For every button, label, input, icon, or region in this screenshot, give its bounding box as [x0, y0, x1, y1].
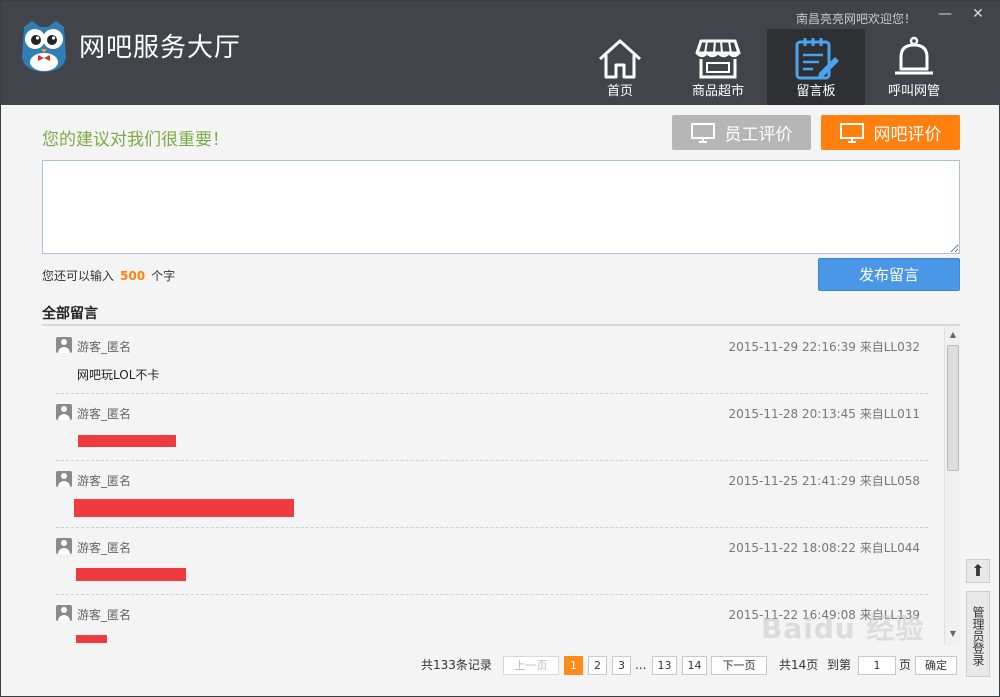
nav-call-admin-label: 呼叫网管: [887, 84, 940, 99]
close-button[interactable]: ✕: [964, 3, 992, 25]
monitor-icon: [839, 122, 864, 143]
nav-store-label: 商品超市: [691, 84, 744, 99]
message-textarea[interactable]: [42, 160, 960, 254]
owl-logo-icon: [22, 21, 66, 72]
list-item: 游客_匿名 2015-11-28 20:13:45 来自LL011: [56, 394, 928, 461]
message-user: 游客_匿名: [77, 340, 132, 354]
bell-icon: [895, 36, 933, 75]
page-unit-label: 页: [899, 658, 912, 672]
publish-button[interactable]: 发布留言: [818, 258, 960, 291]
goto-page-input[interactable]: 1: [858, 656, 896, 675]
page-count: 共14页: [779, 658, 819, 672]
scroll-down-arrow-icon[interactable]: ▼: [948, 629, 958, 639]
message-time: 2015-11-28 20:13:45 来自LL011: [728, 407, 920, 421]
nav-call-admin[interactable]: 呼叫网管: [865, 29, 963, 105]
page-button[interactable]: 3: [612, 656, 631, 675]
page-button[interactable]: 2: [588, 656, 607, 675]
minimize-button[interactable]: —: [931, 3, 959, 25]
app-title: 网吧服务大厅: [79, 33, 242, 63]
redaction-mark: [78, 435, 176, 447]
page-ellipsis: ...: [635, 658, 647, 672]
cafe-evaluation-label: 网吧评价: [873, 125, 942, 145]
message-board-icon: [795, 38, 839, 80]
message-time: 2015-11-22 18:08:22 来自LL044: [728, 541, 920, 555]
message-user: 游客_匿名: [77, 474, 132, 488]
nav-home-label: 首页: [606, 84, 633, 99]
redaction-mark: [76, 568, 186, 581]
cafe-evaluation-button[interactable]: 网吧评价: [821, 115, 960, 150]
message-time: 2015-11-29 22:16:39 来自LL032: [728, 340, 920, 354]
redaction-mark: [74, 499, 294, 517]
user-avatar-icon: [56, 337, 72, 353]
message-user: 游客_匿名: [77, 541, 132, 555]
remain-prefix: 您还可以输入: [42, 269, 115, 283]
page-button[interactable]: 1: [564, 656, 583, 675]
nav-store[interactable]: 商品超市: [669, 29, 767, 105]
remain-suffix: 个字: [151, 269, 176, 283]
watermark: Baidu 经验: [761, 612, 925, 645]
page-button[interactable]: 14: [682, 656, 707, 675]
staff-evaluation-button[interactable]: 员工评价: [672, 115, 811, 150]
monitor-icon: [690, 122, 715, 143]
scroll-up-arrow-icon[interactable]: ▲: [948, 330, 958, 340]
user-avatar-icon: [56, 605, 72, 621]
user-avatar-icon: [56, 471, 72, 487]
home-icon: [598, 39, 642, 79]
remain-count: 500: [120, 269, 146, 283]
store-icon: [695, 39, 741, 79]
message-text: 网吧玩LOL不卡: [77, 368, 160, 382]
admin-login-button[interactable]: 管理员登录: [966, 591, 990, 677]
message-user: 游客_匿名: [77, 407, 132, 421]
message-list[interactable]: 游客_匿名 2015-11-29 22:16:39 来自LL032 网吧玩LOL…: [42, 327, 942, 645]
welcome-text: 南昌亮亮网吧欢迎您！: [796, 12, 917, 26]
confirm-button[interactable]: 确定: [915, 656, 957, 675]
nav-message-board-label: 留言板: [796, 84, 836, 99]
message-time: 2015-11-25 21:41:29 来自LL058: [728, 474, 920, 488]
user-avatar-icon: [56, 538, 72, 554]
list-item: 游客_匿名 2015-11-25 21:41:29 来自LL058: [56, 461, 928, 528]
redaction-mark: [76, 635, 107, 643]
scrollbar[interactable]: ▲ ▼: [944, 327, 960, 645]
scroll-thumb[interactable]: [947, 345, 959, 471]
staff-evaluation-label: 员工评价: [724, 125, 793, 145]
total-records: 共133条记录: [421, 658, 492, 672]
goto-label: 到第: [827, 658, 852, 672]
char-remaining: 您还可以输入 500 个字: [42, 267, 175, 284]
all-messages-title: 全部留言: [42, 306, 98, 322]
prev-page-button[interactable]: 上一页: [503, 656, 559, 675]
header-bar: 网吧服务大厅 南昌亮亮网吧欢迎您！ — ✕ 首页 商品超市 留言板 呼叫网管: [1, 1, 1000, 105]
next-page-button[interactable]: 下一页: [711, 656, 767, 675]
page-button[interactable]: 13: [652, 656, 677, 675]
slogan-text: 您的建议对我们很重要！: [42, 130, 229, 150]
divider: [42, 324, 960, 326]
app-window: 网吧服务大厅 南昌亮亮网吧欢迎您！ — ✕ 首页 商品超市 留言板 呼叫网管 您…: [0, 0, 1000, 697]
back-to-top-icon[interactable]: ⬆: [966, 559, 990, 583]
nav-home[interactable]: 首页: [571, 29, 669, 105]
message-user: 游客_匿名: [77, 608, 132, 622]
nav-message-board[interactable]: 留言板: [767, 29, 865, 105]
list-item: 游客_匿名 2015-11-29 22:16:39 来自LL032 网吧玩LOL…: [56, 327, 928, 394]
user-avatar-icon: [56, 404, 72, 420]
list-item: 游客_匿名 2015-11-22 18:08:22 来自LL044: [56, 528, 928, 595]
